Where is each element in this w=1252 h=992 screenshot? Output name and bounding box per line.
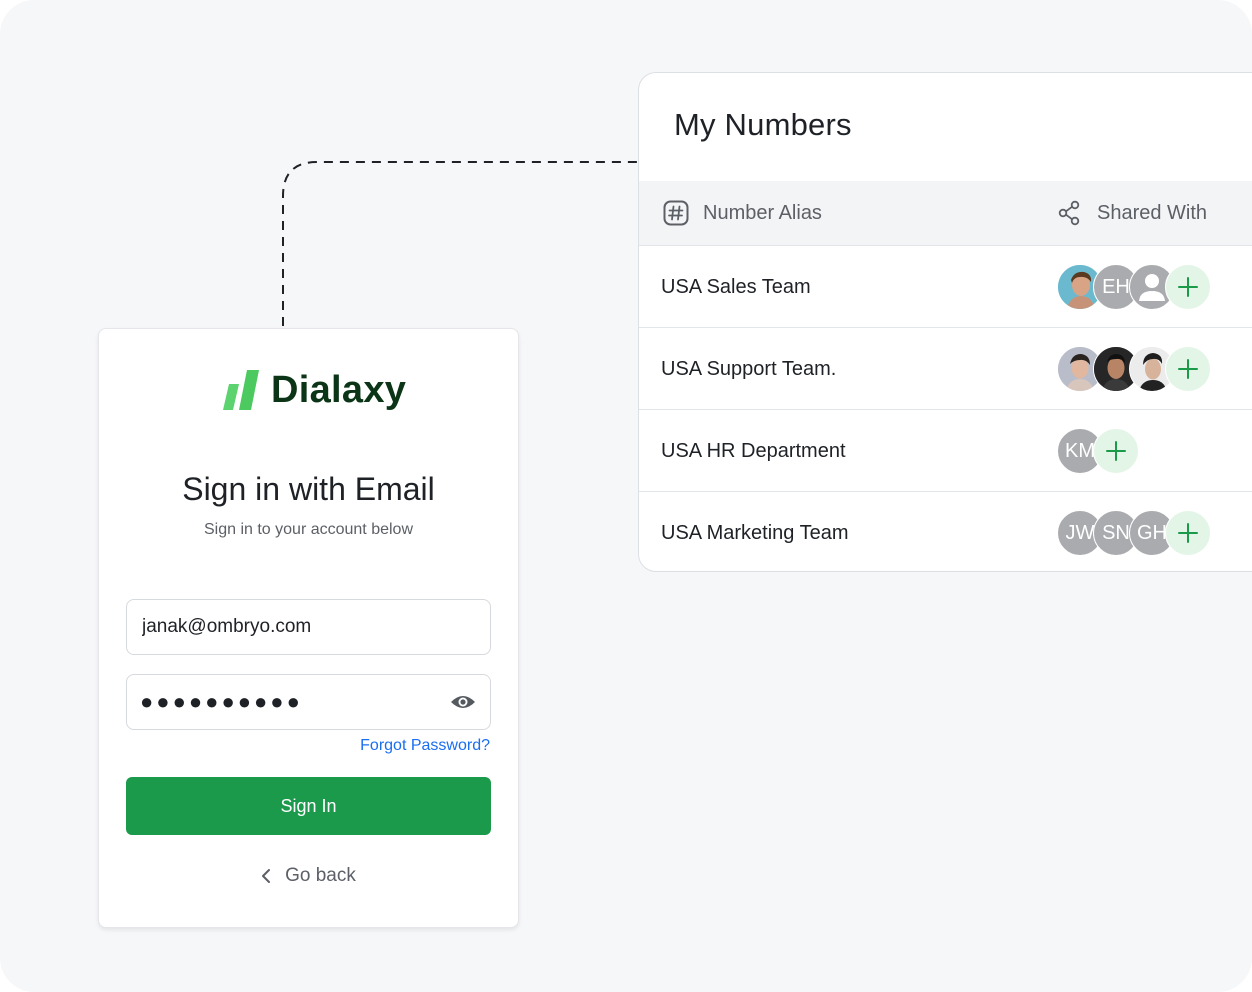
canvas-background: My Numbers Number Alias Shared With USA … [0, 0, 1252, 992]
shared-avatars [1057, 346, 1211, 392]
shared-avatars: EH [1057, 264, 1211, 310]
go-back-link[interactable]: Go back [99, 865, 518, 887]
row-name: USA Sales Team [661, 276, 811, 298]
login-card: Dialaxy Sign in with Email Sign in to yo… [98, 328, 519, 928]
plus-icon [1178, 359, 1198, 379]
email-input[interactable] [140, 615, 444, 639]
table-row[interactable]: USA Sales Team EH [639, 246, 1252, 328]
table-row[interactable]: USA HR Department KM [639, 410, 1252, 492]
dialaxy-logo-icon [223, 370, 259, 410]
column-header-shared[interactable]: Shared With [1057, 181, 1207, 245]
go-back-label: Go back [285, 865, 356, 886]
plus-icon [1178, 523, 1198, 543]
avatar-initials: GH [1137, 521, 1167, 544]
eye-icon[interactable] [450, 692, 476, 712]
login-heading: Sign in with Email [182, 471, 435, 507]
password-input[interactable]: ●●●●●●●●●● [140, 689, 303, 715]
shared-avatars: JW SN GH [1057, 510, 1211, 556]
chevron-left-icon [262, 869, 271, 883]
plus-icon [1178, 277, 1198, 297]
password-field[interactable]: ●●●●●●●●●● [126, 674, 491, 730]
add-member-button[interactable] [1093, 428, 1139, 474]
add-member-button[interactable] [1165, 510, 1211, 556]
avatar-initials: JW [1065, 521, 1095, 544]
share-icon [1058, 200, 1080, 226]
brand-name: Dialaxy [271, 368, 407, 411]
email-field[interactable] [126, 599, 491, 655]
table-row[interactable]: USA Support Team. [639, 328, 1252, 410]
column-header-alias[interactable]: Number Alias [663, 181, 822, 245]
my-numbers-panel: My Numbers Number Alias Shared With USA … [638, 72, 1252, 572]
add-member-button[interactable] [1165, 346, 1211, 392]
plus-icon [1106, 441, 1126, 461]
brand-logo: Dialaxy [221, 367, 406, 413]
avatar-initials: EH [1102, 275, 1130, 298]
avatar-initials: SN [1102, 521, 1130, 544]
column-label-alias: Number Alias [703, 201, 822, 224]
add-member-button[interactable] [1165, 264, 1211, 310]
forgot-password-link[interactable]: Forgot Password? [360, 737, 490, 755]
table-row[interactable]: USA Marketing Team JW SN GH [639, 492, 1252, 571]
sign-in-button[interactable]: Sign In [126, 777, 491, 835]
column-label-shared: Shared With [1097, 201, 1208, 224]
row-name: USA Marketing Team [661, 522, 849, 544]
table-header: Number Alias Shared With [639, 181, 1252, 246]
row-name: USA Support Team. [661, 358, 837, 380]
login-subheading: Sign in to your account below [203, 521, 413, 538]
row-name: USA HR Department [661, 440, 846, 462]
hash-icon [663, 200, 689, 226]
panel-title: My Numbers [674, 107, 852, 142]
shared-avatars: KM [1057, 428, 1139, 474]
avatar-initials: KM [1065, 439, 1095, 462]
